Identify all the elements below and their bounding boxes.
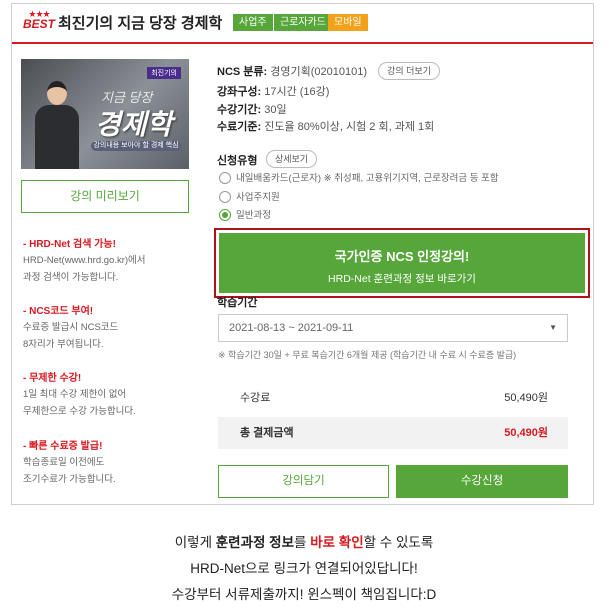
radio-option-worker-card[interactable]: 내일배움카드(근로자) ※ 취성패, 고용위기지역, 근로장려금 등 포함	[219, 170, 499, 185]
ncs-value: 경영기획(02010101)	[270, 66, 367, 78]
total-label: 총 결제금액	[240, 427, 294, 439]
side-note-title: - 무제한 수강!	[23, 373, 82, 384]
side-note-certificate: - 빠른 수료증 발급! 학습종료일 이전에도 조기수료가 가능합니다.	[23, 440, 116, 488]
criteria-value: 진도율 80%이상, 시험 2 회, 과제 1회	[264, 121, 435, 133]
side-note-line: 무제한으로 수강 가능합니다.	[23, 406, 136, 417]
period-row: 수강기간: 30일	[217, 101, 287, 117]
side-note-line: 8자리가 부여됩니다.	[23, 339, 104, 350]
radio-label: 사업주지원	[236, 192, 280, 203]
side-note-line: 1일 최대 수강 제한이 없어	[23, 389, 127, 400]
application-type-label: 신청유형	[217, 155, 258, 167]
fee-row: 수강료 50,490원	[218, 382, 568, 414]
side-note-line: 학습종료일 이전에도	[23, 457, 105, 468]
fee-label: 수강료	[240, 392, 271, 404]
enroll-button[interactable]: 수강신청	[396, 465, 568, 498]
composition-label: 강좌구성:	[217, 86, 262, 98]
side-note-line: 조기수료가 가능합니다.	[23, 474, 116, 485]
radio-button[interactable]	[219, 172, 231, 185]
best-text: BEST	[22, 17, 55, 31]
radio-label: 일반과정	[236, 210, 271, 221]
side-note-title: - HRD-Net 검색 가능!	[23, 239, 116, 250]
period-label: 수강기간:	[217, 104, 262, 116]
caption-line-2: HRD-Net으로 링크가 연결되어있답니다!	[190, 561, 418, 576]
radio-label: 내일배움카드(근로자) ※ 취성패, 고용위기지역, 근로장려금 등 포함	[236, 173, 499, 184]
caption-line-1: 이렇게 훈련과정 정보를 바로 확인할 수 있도록	[174, 535, 434, 550]
total-row: 총 결제금액 50,490원	[218, 417, 568, 449]
more-lectures-button[interactable]: 강의 더보기	[378, 62, 440, 80]
hrd-net-link-button[interactable]: 국가인증 NCS 인정강의! HRD-Net 훈련과정 정보 바로가기	[219, 233, 585, 293]
ncs-highlight-frame: 국가인증 NCS 인정강의! HRD-Net 훈련과정 정보 바로가기	[214, 228, 590, 298]
study-period-select[interactable]: 2021-08-13 ~ 2021-09-11 ▼	[218, 314, 568, 342]
side-note-ncs: - NCS코드 부여! 수료증 발급시 NCS코드 8자리가 부여됩니다.	[23, 305, 118, 353]
criteria-row: 수료기준: 진도율 80%이상, 시험 2 회, 과제 1회	[217, 118, 434, 134]
instructor-photo	[35, 81, 79, 169]
ncs-row: NCS 분류: 경영기획(02010101)	[217, 63, 367, 79]
composition-row: 강좌구성: 17시간 (16강)	[217, 83, 329, 99]
badge-employer: 사업주	[233, 14, 273, 31]
course-header: ★★★ BEST 최진기의 지금 당장 경제학 사업주 근로자카드 모바일	[12, 4, 593, 44]
course-title: 최진기의 지금 당장 경제학	[58, 15, 223, 32]
course-card: ★★★ BEST 최진기의 지금 당장 경제학 사업주 근로자카드 모바일 최진…	[11, 3, 594, 505]
side-note-unlimited: - 무제한 수강! 1일 최대 수강 제한이 없어 무제한으로 수강 가능합니다…	[23, 372, 136, 420]
period-value: 30일	[264, 104, 287, 116]
caption-line-3: 수강부터 서류제출까지! 윈스펙이 책임집니다:D	[171, 587, 437, 602]
side-note-line: HRD-Net(www.hrd.go.kr)에서	[23, 255, 146, 266]
badge-worker-card: 근로자카드	[274, 14, 332, 31]
add-to-cart-button[interactable]: 강의담기	[218, 465, 389, 498]
radio-button-selected[interactable]	[219, 209, 231, 222]
ncs-banner-title: 국가인증 NCS 인정강의!	[334, 249, 470, 264]
fee-value: 50,490원	[504, 392, 548, 404]
side-note-line: 수료증 발급시 NCS코드	[23, 322, 119, 333]
ncs-banner-subtitle: HRD-Net 훈련과정 정보 바로가기	[328, 273, 476, 285]
thumbnail-line2: 경제학	[95, 109, 173, 140]
radio-option-employer[interactable]: 사업주지원	[219, 189, 280, 204]
composition-value: 17시간 (16강)	[264, 86, 330, 98]
course-thumbnail[interactable]: 최진기의 지금 당장 경제학 강의내용 보아야 할 경제 핵심	[21, 59, 189, 169]
radio-button[interactable]	[219, 191, 231, 204]
dropdown-arrow-icon: ▼	[549, 323, 557, 332]
radio-option-general[interactable]: 일반과정	[219, 207, 271, 222]
thumbnail-corner-label: 최진기의	[147, 67, 181, 79]
best-label: ★★★ BEST	[21, 10, 57, 31]
study-period-note: ※ 학습기간 30일 + 무료 복습기간 6개월 제공 (학습기간 내 수료 시…	[218, 350, 517, 360]
study-period-value: 2021-08-13 ~ 2021-09-11	[229, 322, 354, 334]
criteria-label: 수료기준:	[217, 121, 262, 133]
side-note-line: 과정 검색이 가능합니다.	[23, 272, 119, 283]
study-period-label: 학습기간	[217, 297, 258, 309]
preview-button[interactable]: 강의 미리보기	[21, 180, 189, 213]
application-detail-button[interactable]: 상세보기	[266, 150, 317, 168]
total-value: 50,490원	[504, 427, 548, 439]
thumbnail-subtitle: 강의내용 보아야 할 경제 핵심	[91, 141, 181, 151]
ncs-label: NCS 분류:	[217, 66, 268, 78]
badge-mobile: 모바일	[328, 14, 368, 31]
side-note-title: - NCS코드 부여!	[23, 306, 94, 317]
side-note-hrd: - HRD-Net 검색 가능! HRD-Net(www.hrd.go.kr)에…	[23, 238, 146, 286]
side-note-title: - 빠른 수료증 발급!	[23, 441, 103, 452]
